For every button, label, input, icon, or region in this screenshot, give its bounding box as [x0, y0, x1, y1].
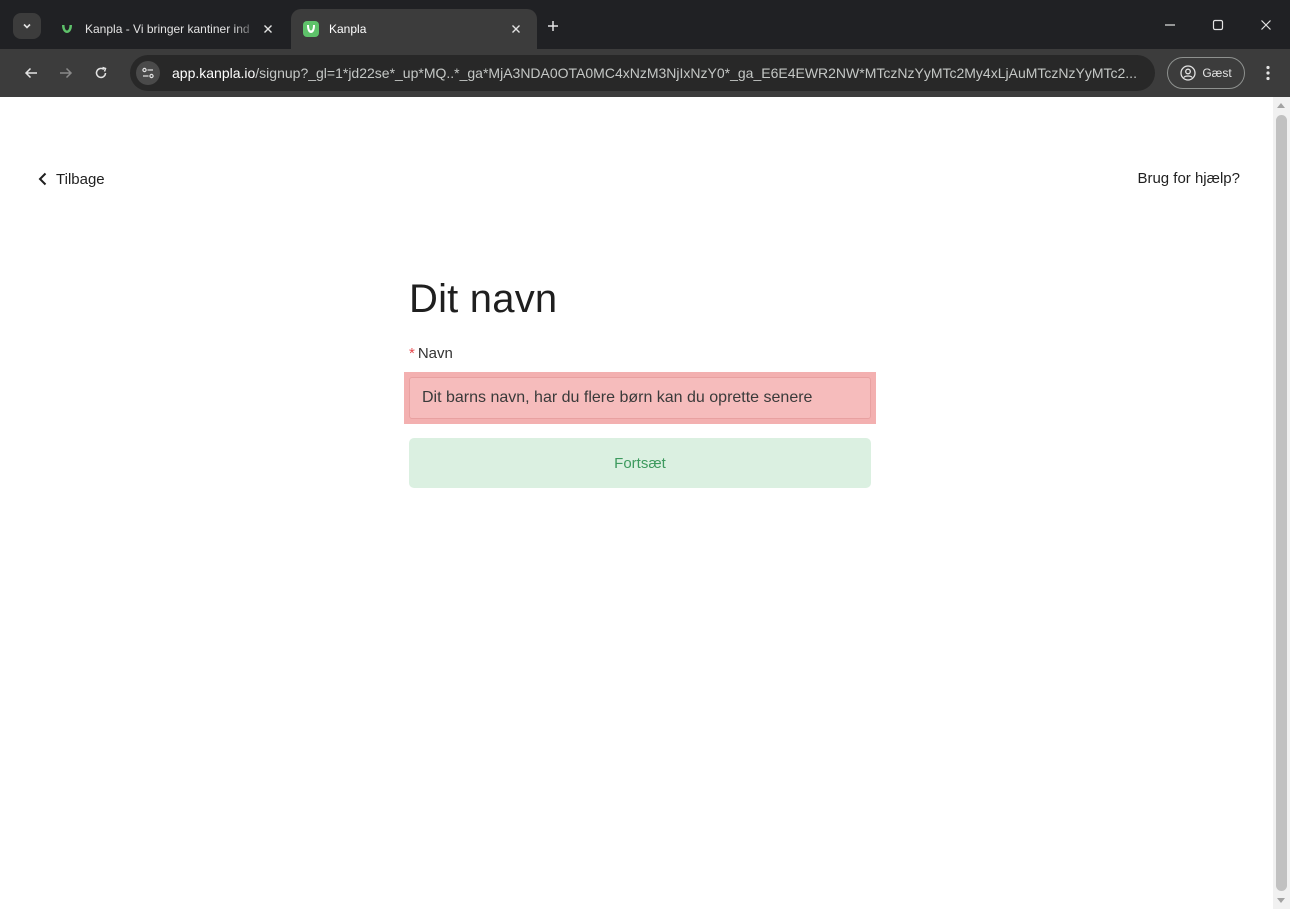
close-icon[interactable] — [507, 20, 525, 38]
tab-title: Kanpla — [329, 22, 367, 36]
close-window-button[interactable] — [1252, 12, 1280, 38]
back-link[interactable]: Tilbage — [38, 169, 105, 189]
page-content: Tilbage Brug for hjælp? Dit navn * Navn … — [0, 97, 1290, 909]
more-vertical-icon — [1266, 65, 1270, 81]
url-path: /signup?_gl=1*jd22se*_up*MQ..*_ga*MjA3ND… — [255, 65, 1137, 81]
forward-button[interactable] — [53, 60, 79, 86]
minimize-icon — [1165, 24, 1175, 26]
name-field-label: * Navn — [409, 345, 871, 362]
name-input-highlight — [404, 372, 876, 424]
continue-button[interactable]: Fortsæt — [409, 438, 871, 488]
profile-label: Gæst — [1202, 66, 1232, 80]
name-label-text: Navn — [417, 345, 453, 362]
back-button[interactable] — [18, 60, 44, 86]
arrow-right-icon — [60, 67, 73, 79]
close-icon — [1261, 20, 1271, 30]
site-settings-icon[interactable] — [136, 61, 160, 85]
name-form: Dit navn * Navn Fortsæt — [404, 273, 876, 488]
kanpla-favicon-icon — [59, 21, 75, 37]
arrow-left-icon — [24, 67, 37, 79]
maximize-icon — [1212, 19, 1224, 31]
maximize-button[interactable] — [1204, 12, 1232, 38]
tab-kanpla-signup[interactable]: Kanpla — [291, 9, 537, 49]
tab-search-button[interactable] — [13, 13, 41, 39]
kanpla-favicon-icon — [303, 21, 319, 37]
reload-button[interactable] — [88, 60, 114, 86]
chevron-down-icon — [23, 23, 31, 29]
tab-title: Kanpla - Vi bringer kantiner ind — [85, 22, 250, 36]
profile-button[interactable]: Gæst — [1167, 57, 1245, 89]
tab-strip: Kanpla - Vi bringer kantiner ind Kanpla — [0, 0, 1290, 49]
name-input[interactable] — [409, 377, 871, 419]
tab-kanpla-home[interactable]: Kanpla - Vi bringer kantiner ind — [47, 9, 289, 49]
guest-profile-icon — [1180, 65, 1196, 81]
chevron-left-icon — [38, 172, 47, 186]
address-bar[interactable]: app.kanpla.io/signup?_gl=1*jd22se*_up*MQ… — [130, 55, 1155, 91]
browser-toolbar: app.kanpla.io/signup?_gl=1*jd22se*_up*MQ… — [0, 49, 1290, 97]
scroll-down-arrow-icon[interactable] — [1277, 898, 1285, 903]
close-icon[interactable] — [259, 20, 277, 38]
required-marker: * — [409, 345, 415, 362]
reload-icon — [95, 66, 107, 79]
plus-icon — [548, 21, 558, 31]
minimize-button[interactable] — [1156, 12, 1184, 38]
browser-menu-button[interactable] — [1256, 60, 1280, 86]
help-link[interactable]: Brug for hjælp? — [1137, 170, 1240, 187]
page-scrollbar[interactable] — [1273, 97, 1290, 909]
scroll-thumb[interactable] — [1276, 115, 1287, 891]
page-title: Dit navn — [409, 277, 558, 321]
browser-chrome: Kanpla - Vi bringer kantiner ind Kanpla — [0, 0, 1290, 97]
url-text: app.kanpla.io/signup?_gl=1*jd22se*_up*MQ… — [172, 65, 1155, 81]
back-link-label: Tilbage — [56, 170, 105, 188]
url-host: app.kanpla.io — [172, 65, 256, 81]
scroll-up-arrow-icon[interactable] — [1277, 103, 1285, 108]
new-tab-button[interactable] — [542, 15, 564, 37]
